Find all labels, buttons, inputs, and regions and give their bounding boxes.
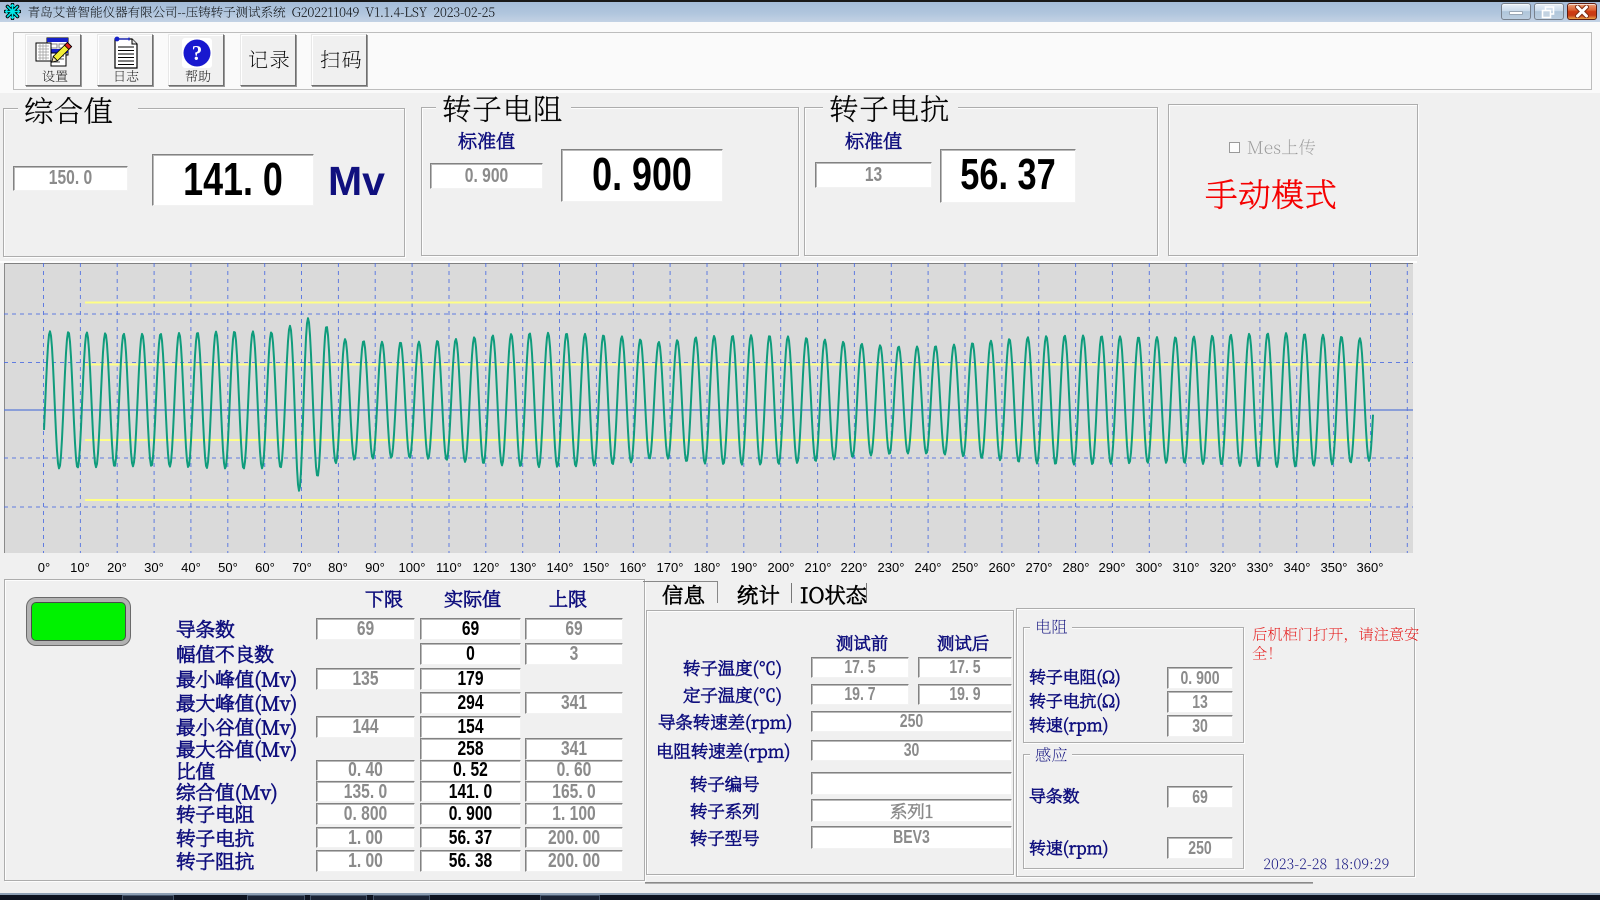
svg-text:?: ? — [192, 41, 203, 65]
